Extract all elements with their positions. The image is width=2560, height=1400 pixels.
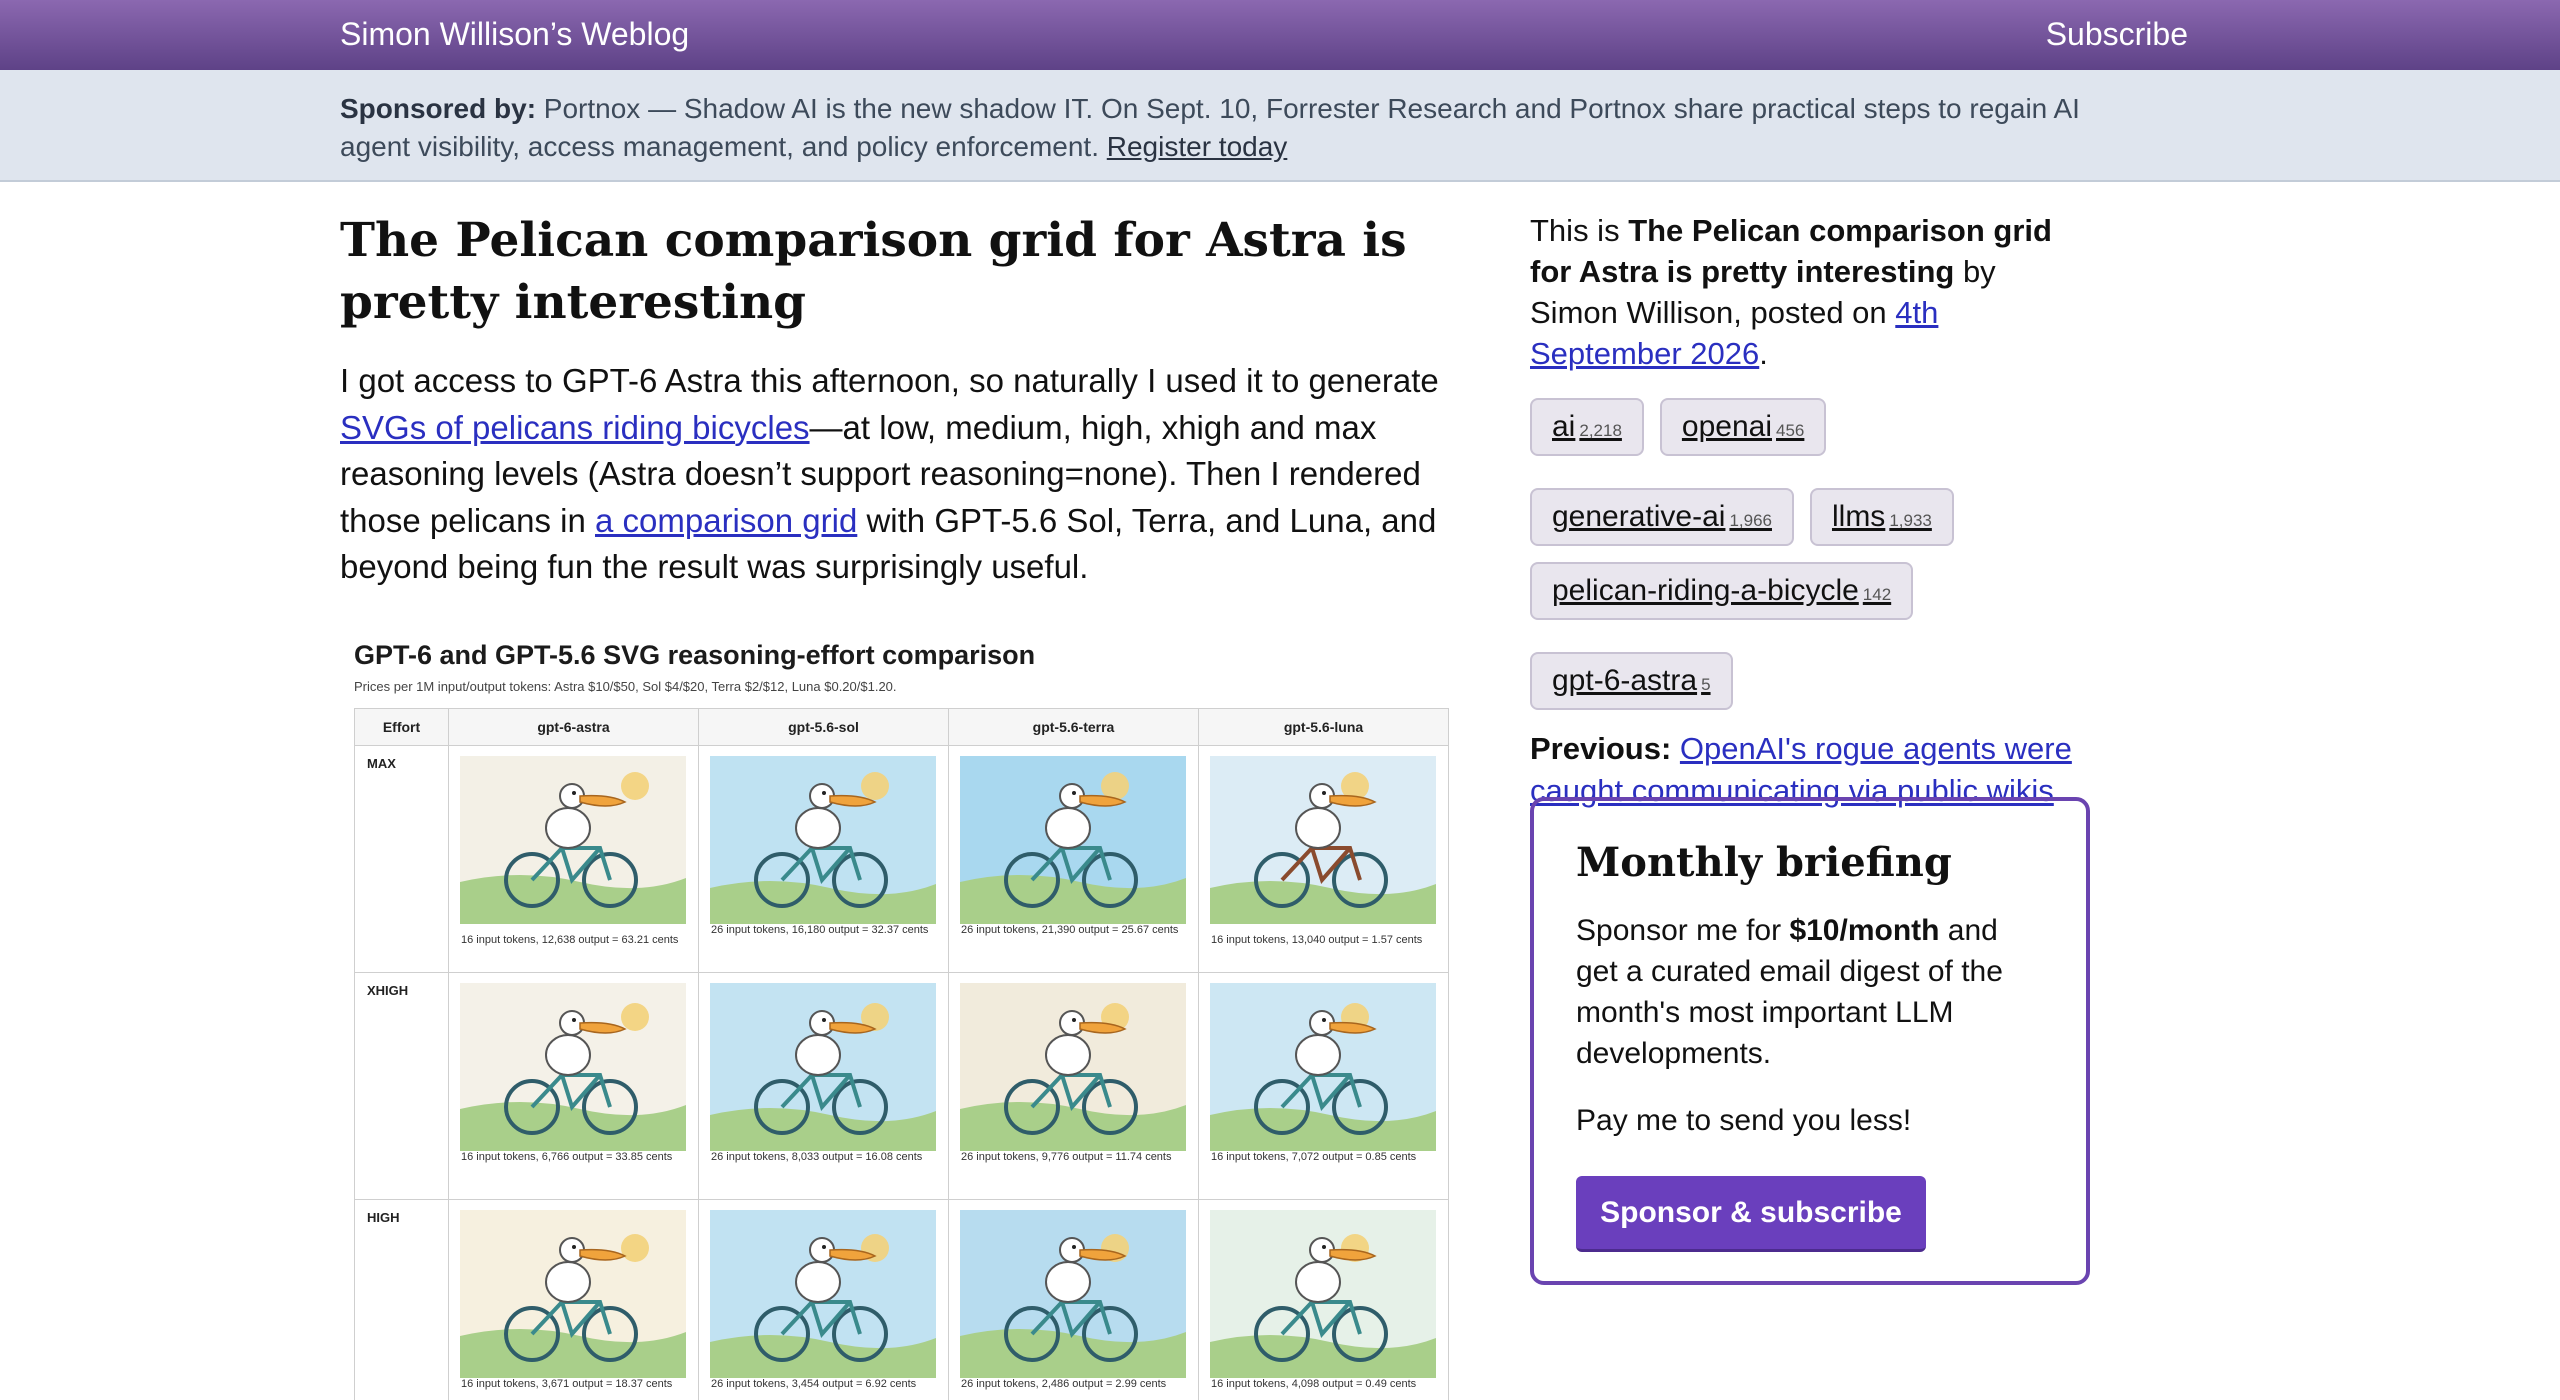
grid-cell: 16 input tokens, 4,098 output = 0.49 cen… (1198, 1199, 1449, 1400)
subscribe-link[interactable]: Subscribe (2046, 16, 2188, 53)
tag-llms[interactable]: llms 1,933 (1809, 488, 1954, 546)
site-header: Simon Willison’s Weblog Subscribe (0, 0, 2560, 70)
effort-label: HIGH (354, 1199, 449, 1400)
article: The Pelican comparison grid for Astra is… (340, 210, 1460, 591)
pelican-bicycle-image (710, 1210, 936, 1378)
grid-cell: 16 input tokens, 3,671 output = 18.37 ce… (448, 1199, 699, 1400)
comparison-figure[interactable]: GPT-6 and GPT-5.6 SVG reasoning-effort c… (340, 622, 1458, 1400)
tag-count: 456 (1776, 421, 1805, 440)
sponsor-banner: Sponsored by: Portnox — Shadow AI is the… (0, 70, 2560, 182)
grid-cell: 26 input tokens, 9,776 output = 11.74 ce… (948, 972, 1199, 1200)
effort-label: XHIGH (354, 972, 449, 1200)
grid-cell: 26 input tokens, 3,454 output = 6.92 cen… (698, 1199, 949, 1400)
comparison-grid-link[interactable]: a comparison grid (595, 502, 857, 539)
column-header: gpt-6-astra (448, 708, 699, 746)
tag-count: 5 (1701, 675, 1711, 694)
tag-count: 142 (1862, 585, 1892, 604)
tag-name: generative-ai (1552, 500, 1726, 533)
grid-cell: 26 input tokens, 8,033 output = 16.08 ce… (698, 972, 949, 1200)
tag-generative-ai[interactable]: generative-ai 1,966 (1530, 488, 1794, 546)
cell-caption: 16 input tokens, 13,040 output = 1.57 ce… (1211, 934, 1423, 946)
cell-caption: 16 input tokens, 7,072 output = 0.85 cen… (1211, 1151, 1417, 1163)
cell-caption: 16 input tokens, 3,671 output = 18.37 ce… (461, 1378, 673, 1390)
pelican-bicycle-image (1210, 1210, 1436, 1378)
figure-subtitle: Prices per 1M input/output tokens: Astra… (354, 679, 897, 694)
site-title-link[interactable]: Simon Willison’s Weblog (340, 16, 689, 53)
sponsor-text: Sponsored by: Portnox — Shadow AI is the… (340, 90, 2130, 166)
pelican-bicycle-image (460, 983, 686, 1151)
post-title: The Pelican comparison grid for Astra is… (340, 213, 1407, 330)
grid-header-row: Effort gpt-6-astra gpt-5.6-sol gpt-5.6-t… (354, 708, 1449, 746)
briefing-price: $10/month (1789, 914, 1940, 947)
sidebar: This is The Pelican comparison grid for … (1530, 210, 2090, 812)
tag-name: llms (1831, 500, 1886, 533)
cell-caption: 26 input tokens, 9,776 output = 11.74 ce… (961, 1151, 1172, 1163)
tag-gpt-6-astra[interactable]: gpt-6-astra 5 (1530, 652, 1733, 710)
post-paragraph: I got access to GPT-6 Astra this afterno… (340, 358, 1450, 591)
effort-label: MAX (354, 745, 449, 973)
briefing-tagline: Pay me to send you less! (1576, 1104, 1912, 1137)
pelican-bicycle-image (710, 983, 936, 1151)
pelican-bicycle-image (960, 756, 1186, 924)
cell-caption: 26 input tokens, 3,454 output = 6.92 cen… (711, 1378, 917, 1390)
column-header: gpt-5.6-luna (1198, 708, 1449, 746)
tag-list: ai 2,218 openai 456 generative-ai 1,966 llm… (1530, 398, 2070, 710)
tag-pelican-riding-a-bicycle[interactable]: pelican-riding-a-bicycle 142 (1530, 562, 1914, 620)
about-suffix: . (1759, 336, 1768, 371)
pelican-bicycle-image (460, 756, 686, 924)
pelican-bicycle-image (1210, 756, 1436, 924)
grid-row: XHIGH 16 input tokens, 6,766 output = 33.… (354, 972, 1449, 1200)
grid-cell: 26 input tokens, 2,486 output = 2.99 cen… (948, 1199, 1199, 1400)
register-link[interactable]: Register today (1107, 131, 1288, 162)
tag-count: 2,218 (1579, 421, 1622, 440)
monthly-briefing-box: Monthly briefing Sponsor me for $10/mont… (1530, 797, 2090, 1285)
grid-cell: 26 input tokens, 21,390 output = 25.67 c… (948, 745, 1199, 973)
svg-pelicans-link[interactable]: SVGs of pelicans riding bicycles (340, 409, 810, 446)
tag-ai[interactable]: ai 2,218 (1530, 398, 1644, 456)
pelican-bicycle-image (460, 1210, 686, 1378)
cell-caption: 16 input tokens, 4,098 output = 0.49 cen… (1211, 1378, 1417, 1390)
grid-row: HIGH 16 input tokens, 3,671 output = 18.3… (354, 1199, 1449, 1400)
tag-count: 1,966 (1729, 511, 1772, 530)
cell-caption: 16 input tokens, 6,766 output = 33.85 ce… (461, 1151, 673, 1163)
grid-row: MAX 16 input tokens, 12,638 output = 63.2… (354, 745, 1449, 973)
column-header: gpt-5.6-sol (698, 708, 949, 746)
tag-openai[interactable]: openai 456 (1659, 398, 1827, 456)
figure-title: GPT-6 and GPT-5.6 SVG reasoning-effort c… (354, 640, 1036, 670)
cell-caption: 26 input tokens, 21,390 output = 25.67 c… (961, 924, 1179, 936)
grid-cell: 26 input tokens, 16,180 output = 32.37 c… (698, 745, 949, 973)
cell-caption: 26 input tokens, 8,033 output = 16.08 ce… (711, 1151, 923, 1163)
comparison-grid-table: Effort gpt-6-astra gpt-5.6-sol gpt-5.6-t… (354, 708, 1449, 1400)
cell-caption: 26 input tokens, 16,180 output = 32.37 c… (711, 924, 929, 936)
effort-header: Effort (354, 708, 449, 746)
grid-cell: 16 input tokens, 6,766 output = 33.85 ce… (448, 972, 699, 1200)
briefing-text-a: Sponsor me for (1576, 914, 1790, 947)
grid-cell: 16 input tokens, 12,638 output = 63.21 c… (448, 745, 699, 973)
column-header: gpt-5.6-terra (948, 708, 1199, 746)
cell-caption: 26 input tokens, 2,486 output = 2.99 cen… (961, 1378, 1167, 1390)
about-prefix: This is (1530, 213, 1629, 248)
tag-count: 1,933 (1889, 511, 1932, 530)
tag-name: ai (1552, 410, 1576, 443)
sponsor-subscribe-button[interactable]: Sponsor & subscribe (1576, 1176, 1926, 1252)
briefing-text: Sponsor me for $10/month and get a curat… (1576, 910, 2044, 1074)
grid-cell: 16 input tokens, 13,040 output = 1.57 ce… (1198, 745, 1449, 973)
previous-label: Previous: (1530, 731, 1672, 766)
pelican-bicycle-image (960, 983, 1186, 1151)
post-text-1: I got access to GPT-6 Astra this afterno… (340, 362, 1439, 399)
tag-name: gpt-6-astra (1552, 664, 1698, 697)
pelican-bicycle-image (1210, 983, 1436, 1151)
post-about: This is The Pelican comparison grid for … (1530, 210, 2090, 374)
briefing-title: Monthly briefing (1576, 839, 1952, 886)
tag-name: openai (1681, 410, 1772, 443)
grid-cell: 16 input tokens, 7,072 output = 0.85 cen… (1198, 972, 1449, 1200)
pelican-bicycle-image (960, 1210, 1186, 1378)
sponsor-label: Sponsored by: (340, 93, 537, 124)
cell-caption: 16 input tokens, 12,638 output = 63.21 c… (461, 934, 679, 946)
pelican-bicycle-image (710, 756, 936, 924)
tag-name: pelican-riding-a-bicycle (1552, 574, 1859, 607)
